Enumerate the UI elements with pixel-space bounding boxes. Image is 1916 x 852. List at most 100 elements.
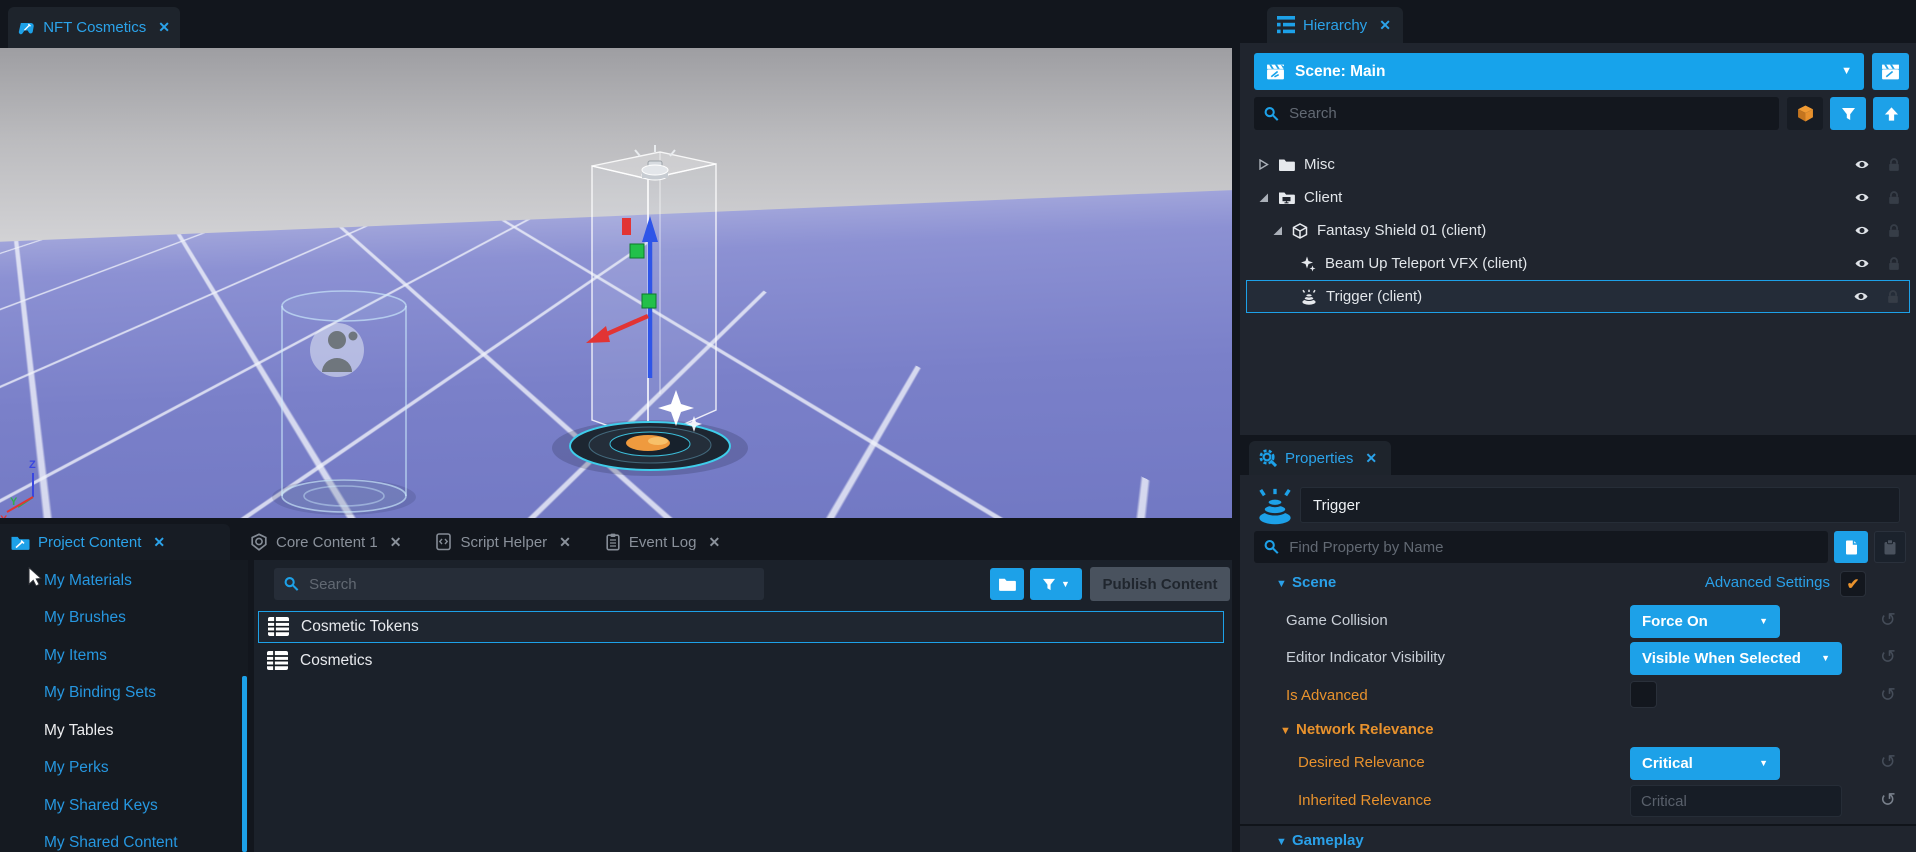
publish-content-button[interactable]: Publish Content (1090, 567, 1230, 601)
sidebar-item-my-items[interactable]: My Items (0, 637, 248, 675)
expand-expanded-icon[interactable] (1258, 192, 1269, 203)
reset-icon[interactable]: ↺ (1880, 686, 1896, 705)
section-gameplay-header[interactable]: Gameplay (1292, 832, 1364, 849)
is-advanced-checkbox[interactable] (1630, 681, 1657, 708)
lock-icon[interactable] (1886, 223, 1902, 238)
lock-icon[interactable] (1886, 256, 1902, 271)
lock-icon[interactable] (1886, 190, 1902, 205)
folder-icon (1278, 157, 1295, 172)
reset-icon[interactable]: ↺ (1880, 648, 1896, 667)
eye-icon[interactable] (1852, 191, 1872, 204)
network-relevance-header[interactable]: Network Relevance (1296, 721, 1434, 738)
sidebar-item-my-shared-content[interactable]: My Shared Content (0, 825, 248, 852)
tab-nft-cosmetics[interactable]: NFT Cosmetics ✕ (8, 7, 180, 48)
trigger-icon (1301, 289, 1317, 305)
paste-properties-button[interactable] (1874, 531, 1906, 563)
content-main: ▼ Publish Content Cosmetic Tokens Cosmet… (254, 560, 1232, 852)
asset-view-button[interactable] (1787, 97, 1823, 130)
3d-viewport[interactable]: Z Y X (0, 48, 1232, 518)
lock-icon[interactable] (1885, 289, 1901, 304)
hierarchy-search-input[interactable] (1287, 104, 1769, 123)
sidebar-item-my-tables[interactable]: My Tables (0, 712, 248, 750)
tree-item-label: Client (1304, 189, 1342, 206)
scene-manager-button[interactable] (1872, 53, 1909, 90)
editor-indicator-dropdown[interactable]: Visible When Selected ▼ (1630, 642, 1842, 675)
copy-properties-button[interactable] (1834, 531, 1868, 563)
hierarchy-panel: Scene: Main ▼ (1240, 43, 1916, 435)
chevron-down-icon: ▼ (1749, 617, 1768, 626)
close-icon[interactable]: ✕ (1365, 450, 1377, 467)
reset-icon[interactable]: ↺ (1880, 791, 1896, 810)
paste-icon (1882, 539, 1898, 556)
reset-icon[interactable]: ↺ (1880, 611, 1896, 630)
content-search[interactable] (274, 568, 764, 600)
eye-icon[interactable] (1852, 158, 1872, 171)
close-icon[interactable]: ✕ (708, 534, 720, 551)
search-icon (284, 576, 299, 592)
content-search-input[interactable] (307, 575, 754, 594)
find-property-field[interactable] (1254, 531, 1828, 563)
tab-hierarchy[interactable]: Hierarchy ✕ (1267, 7, 1403, 43)
scene-selector-label: Scene: Main (1295, 63, 1385, 81)
sidebar-item-my-brushes[interactable]: My Brushes (0, 600, 248, 638)
desired-relevance-dropdown[interactable]: Critical ▼ (1630, 747, 1780, 780)
tree-row-misc[interactable]: Misc (1246, 148, 1910, 181)
object-name-field[interactable] (1300, 487, 1900, 523)
close-icon[interactable]: ✕ (158, 19, 170, 36)
eye-icon[interactable] (1851, 290, 1871, 303)
tab-label: Hierarchy (1303, 17, 1367, 34)
section-collapse-icon[interactable]: ▼ (1276, 578, 1287, 590)
cube-icon (1292, 223, 1308, 239)
lock-icon[interactable] (1886, 157, 1902, 172)
tab-core-content[interactable]: Core Content 1 ✕ (240, 524, 411, 560)
tab-script-helper[interactable]: Script Helper ✕ (425, 524, 580, 560)
eye-icon[interactable] (1852, 224, 1872, 237)
scene-selector[interactable]: Scene: Main ▼ (1254, 53, 1864, 90)
chevron-down-icon: ▼ (1841, 66, 1852, 77)
tab-event-log[interactable]: Event Log ✕ (595, 524, 730, 560)
search-icon (1264, 106, 1279, 122)
list-item-cosmetics[interactable]: Cosmetics (258, 645, 1224, 677)
content-sidebar: My Materials My Brushes My Items My Bind… (0, 560, 248, 852)
tree-item-label: Beam Up Teleport VFX (client) (1325, 255, 1527, 272)
hierarchy-search[interactable] (1254, 97, 1779, 130)
close-icon[interactable]: ✕ (153, 534, 165, 551)
tree-item-label: Fantasy Shield 01 (client) (1317, 222, 1486, 239)
section-scene-header[interactable]: Scene (1292, 574, 1336, 591)
advanced-settings-checkbox[interactable]: ✔ (1840, 571, 1866, 597)
editor-indicator-label: Editor Indicator Visibility (1286, 649, 1445, 666)
inherited-relevance-label: Inherited Relevance (1298, 792, 1431, 809)
close-icon[interactable]: ✕ (390, 534, 402, 551)
new-folder-button[interactable] (990, 568, 1024, 600)
tree-row-trigger[interactable]: Trigger (client) (1246, 280, 1910, 313)
object-name-input[interactable] (1311, 496, 1889, 515)
tab-properties[interactable]: Properties ✕ (1249, 441, 1391, 475)
tab-project-content[interactable]: Project Content ✕ (0, 524, 230, 560)
copy-icon (1843, 539, 1860, 556)
sidebar-scrollbar[interactable] (242, 676, 247, 852)
reset-icon[interactable]: ↺ (1880, 753, 1896, 772)
event-log-icon (605, 533, 621, 551)
find-property-input[interactable] (1287, 538, 1818, 557)
expand-expanded-icon[interactable] (1272, 225, 1283, 236)
sparkles-icon (1300, 256, 1316, 272)
list-item-cosmetic-tokens[interactable]: Cosmetic Tokens (258, 611, 1224, 643)
sidebar-item-my-perks[interactable]: My Perks (0, 750, 248, 788)
gear-wrench-icon (1259, 449, 1277, 467)
tree-row-client[interactable]: Client (1246, 181, 1910, 214)
game-collision-dropdown[interactable]: Force On ▼ (1630, 605, 1780, 638)
sidebar-item-my-binding-sets[interactable]: My Binding Sets (0, 675, 248, 713)
tree-row-beam-up-vfx[interactable]: Beam Up Teleport VFX (client) (1246, 247, 1910, 280)
sidebar-item-my-shared-keys[interactable]: My Shared Keys (0, 787, 248, 825)
import-button[interactable] (1873, 97, 1909, 130)
close-icon[interactable]: ✕ (559, 534, 571, 551)
eye-icon[interactable] (1852, 257, 1872, 270)
hierarchy-filter-button[interactable] (1830, 97, 1866, 130)
close-icon[interactable]: ✕ (1379, 17, 1391, 34)
content-filter-button[interactable]: ▼ (1030, 568, 1082, 600)
section-collapse-icon[interactable]: ▼ (1276, 836, 1287, 848)
project-content-icon (10, 534, 30, 551)
expand-collapsed-icon[interactable] (1258, 159, 1269, 170)
section-collapse-icon[interactable]: ▼ (1280, 725, 1291, 737)
tree-row-fantasy-shield[interactable]: Fantasy Shield 01 (client) (1246, 214, 1910, 247)
